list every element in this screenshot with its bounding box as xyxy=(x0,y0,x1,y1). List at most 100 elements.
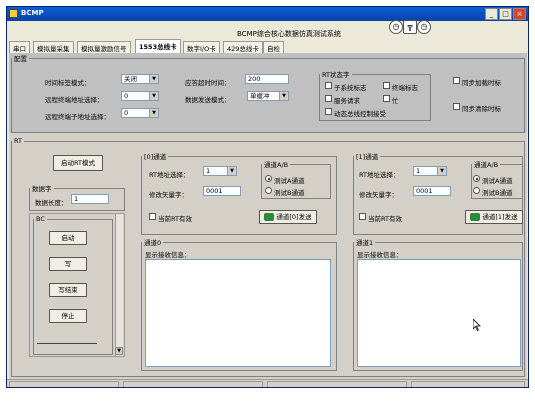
channel0-current-rt-checkbox[interactable] xyxy=(149,213,156,220)
service-request-checkbox[interactable] xyxy=(325,95,332,102)
maximize-button[interactable]: □ xyxy=(499,8,512,20)
channel0-vector-label: 修改矢量字： xyxy=(149,191,188,199)
channel0-recv-legend: 通道0 xyxy=(144,239,162,247)
chevron-down-icon[interactable]: ▼ xyxy=(279,92,288,100)
chevron-down-icon[interactable]: ▼ xyxy=(149,109,158,117)
terminal-flag-checkbox[interactable] xyxy=(383,82,390,89)
channel1-vector-label: 修改矢量字： xyxy=(359,191,398,199)
scroll-down-icon[interactable]: ▼ xyxy=(115,347,123,355)
chevron-down-icon[interactable]: ▼ xyxy=(149,75,158,83)
channel1-addr-select[interactable]: 1 ▼ xyxy=(413,166,447,176)
channel1-radio-b[interactable] xyxy=(473,187,480,194)
channel0-radio-b[interactable] xyxy=(265,187,272,194)
channel1-radio-a[interactable] xyxy=(473,175,480,182)
channel0-radio-a[interactable] xyxy=(265,175,272,182)
dynamic-bus-checkbox[interactable] xyxy=(325,108,332,115)
mouse-cursor-icon xyxy=(473,319,481,331)
send-icon xyxy=(264,213,275,221)
bc-start-button[interactable]: 启动 xyxy=(49,231,87,245)
tab-serial[interactable]: 串口 xyxy=(9,41,30,53)
rt-legend: RT xyxy=(14,137,23,145)
window-title: BCMP xyxy=(21,9,44,17)
tab-1553-bus[interactable]: 1553总线卡 xyxy=(135,39,181,53)
timeout-label: 应答超时时间： xyxy=(185,79,231,87)
channel0-vector-input[interactable]: 0001 xyxy=(203,186,241,196)
channel0-radio-a-label: 测试A通道 xyxy=(274,177,305,185)
bc-legend: BC xyxy=(36,215,45,223)
sync-clear-checkbox[interactable] xyxy=(453,103,460,110)
tab-digital-io[interactable]: 数字I/O卡 xyxy=(183,41,220,53)
terminal-flag-label: 终端标志 xyxy=(392,84,418,92)
tab-analog-signal[interactable]: 模拟量激励信号 xyxy=(77,41,131,53)
channel1-current-rt-label: 当前RT有效 xyxy=(368,215,403,223)
title-bar: BCMP _ □ × xyxy=(7,7,528,21)
tab-self-test[interactable]: 自检 xyxy=(263,41,284,53)
send-mode-select[interactable]: 单缓冲 ▼ xyxy=(247,91,289,101)
channel1-addr-label: RT地址选择： xyxy=(359,171,400,179)
rt-status-legend: RT状态字 xyxy=(322,71,350,79)
app-icon xyxy=(9,9,18,18)
status-cell xyxy=(411,381,525,387)
minimize-button[interactable]: _ xyxy=(485,8,498,20)
send-mode-label: 数据发送模式： xyxy=(185,96,231,104)
channel1-recv-legend: 通道1 xyxy=(356,239,374,247)
bc-write-end-button[interactable]: 写结束 xyxy=(49,283,87,297)
status-cell xyxy=(267,381,407,387)
subsystem-flag-label: 子系统标志 xyxy=(334,84,367,92)
channel1-send-button[interactable]: 通道[1]发送 xyxy=(465,210,523,224)
remote-addr-select[interactable]: 0 ▼ xyxy=(121,91,159,101)
sync-clear-label: 同步清除时标 xyxy=(462,105,501,113)
status-cell xyxy=(9,381,119,387)
tab-analog-acquire[interactable]: 模拟量采集 xyxy=(33,41,74,53)
status-bar xyxy=(7,379,528,387)
clock-icon[interactable]: ◷ xyxy=(389,20,403,34)
channel1-radio-b-label: 测试B通道 xyxy=(482,189,513,197)
channel0-addr-label: RT地址选择： xyxy=(149,171,190,179)
channel0-legend: [0]通道 xyxy=(144,153,167,161)
close-button[interactable]: × xyxy=(513,8,526,20)
remote-addr-label: 远程终端地址选择： xyxy=(45,96,104,104)
channel1-recv-label: 显示接收信息： xyxy=(357,251,403,259)
bc-write-button[interactable]: 写 xyxy=(49,257,87,271)
sync-load-checkbox[interactable] xyxy=(453,77,460,84)
channel1-recv-textarea[interactable] xyxy=(357,259,521,367)
config-legend: 配置 xyxy=(14,55,27,63)
busy-checkbox[interactable] xyxy=(383,95,390,102)
chevron-down-icon[interactable]: ▼ xyxy=(437,167,446,175)
channel1-radio-a-label: 测试A通道 xyxy=(482,177,513,185)
clock-icon[interactable]: ◷ xyxy=(417,20,431,34)
service-request-label: 服务请求 xyxy=(334,97,360,105)
status-cell xyxy=(123,381,263,387)
channel0-radio-b-label: 测试B通道 xyxy=(274,189,305,197)
send-icon xyxy=(470,213,481,221)
app-title: BCMP综合核心数据仿真测试系统 xyxy=(237,30,341,38)
tab-429-bus[interactable]: 429总线卡 xyxy=(223,41,263,53)
channel0-ab-legend: 通道A/B xyxy=(264,161,289,169)
busy-label: 忙 xyxy=(392,97,399,105)
signal-icon[interactable]: ╦ xyxy=(403,20,417,34)
start-rt-button[interactable]: 启动RT模式 xyxy=(53,155,103,171)
channel0-recv-textarea[interactable] xyxy=(145,259,331,367)
chevron-down-icon[interactable]: ▼ xyxy=(227,167,236,175)
app-window: BCMP _ □ × ◷ ╦ ◷ BCMP综合核心数据仿真测试系统 串口 模拟量… xyxy=(6,6,529,388)
chevron-down-icon[interactable]: ▼ xyxy=(149,92,158,100)
dynamic-bus-label: 动态总线控制接受 xyxy=(334,110,386,118)
channel0-send-button[interactable]: 通道[0]发送 xyxy=(259,210,317,224)
sync-load-label: 同步加载时标 xyxy=(462,79,501,87)
data-length-input[interactable]: 1 xyxy=(71,194,109,204)
bc-divider xyxy=(37,343,97,344)
channel1-legend: [1]通道 xyxy=(356,153,379,161)
time-mode-select[interactable]: 关闭 ▼ xyxy=(121,74,159,84)
channel1-current-rt-checkbox[interactable] xyxy=(359,213,366,220)
timeout-input[interactable]: 200 xyxy=(245,74,289,84)
subsystem-flag-checkbox[interactable] xyxy=(325,82,332,89)
remote-sub-select[interactable]: 0 ▼ xyxy=(121,108,159,118)
bc-stop-button[interactable]: 停止 xyxy=(49,309,87,323)
data-word-legend: 数据字 xyxy=(32,185,52,193)
bc-scrollbar[interactable] xyxy=(115,214,123,356)
channel1-vector-input[interactable]: 0001 xyxy=(413,186,451,196)
channel1-ab-legend: 通道A/B xyxy=(474,161,499,169)
channel0-addr-select[interactable]: 1 ▼ xyxy=(203,166,237,176)
remote-sub-label: 远程终端子地址选择： xyxy=(45,113,110,121)
data-length-label: 数据长度： xyxy=(35,199,68,207)
